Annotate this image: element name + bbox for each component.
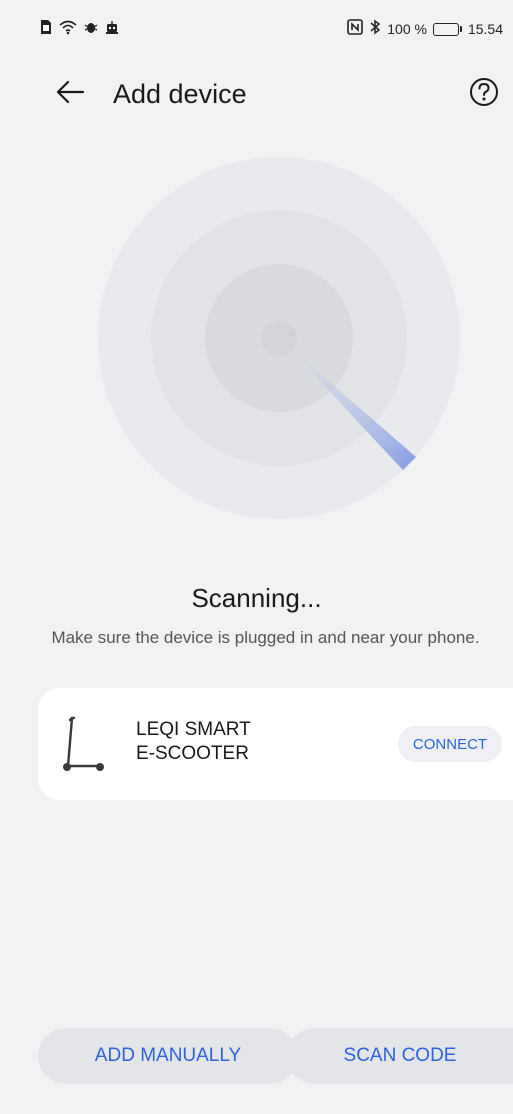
- connect-button[interactable]: CONNECT: [398, 726, 502, 762]
- status-time: 15.54: [467, 21, 503, 37]
- status-bar: 100 % 15.54: [0, 0, 513, 58]
- bug-icon: [84, 20, 98, 38]
- help-circle-icon: [469, 77, 499, 112]
- add-device-screen: 100 % 15.54 Add device Scanning... Make …: [0, 0, 513, 1114]
- robot-icon: [104, 19, 120, 39]
- sim-icon: [40, 19, 52, 39]
- scan-radar: [98, 157, 460, 519]
- add-manually-button[interactable]: ADD MANUALLY: [38, 1028, 298, 1084]
- device-name-line1: LEQI SMART: [136, 719, 251, 740]
- status-left-icons: [40, 19, 120, 39]
- battery-percent: 100 %: [387, 21, 427, 37]
- scanning-hint: Make sure the device is plugged in and n…: [51, 628, 480, 647]
- back-button[interactable]: [52, 76, 88, 112]
- nfc-icon: [347, 19, 364, 39]
- scanning-status: Scanning...: [191, 583, 322, 613]
- device-name: LEQI SMART E-SCOOTER: [136, 718, 316, 766]
- wifi-icon: [58, 19, 78, 39]
- bluetooth-icon: [369, 19, 381, 39]
- page-title: Add device: [113, 79, 247, 109]
- header: Add device: [0, 62, 513, 126]
- status-right-icons: 100 % 15.54: [347, 19, 503, 39]
- scan-code-button[interactable]: SCAN CODE: [287, 1028, 513, 1084]
- battery-icon: [432, 22, 462, 36]
- device-name-line2: E-SCOOTER: [136, 743, 249, 764]
- scooter-icon: [60, 710, 108, 778]
- help-button[interactable]: [468, 77, 500, 112]
- device-card[interactable]: LEQI SMART E-SCOOTER CONNECT: [38, 688, 513, 800]
- arrow-left-icon: [55, 80, 85, 109]
